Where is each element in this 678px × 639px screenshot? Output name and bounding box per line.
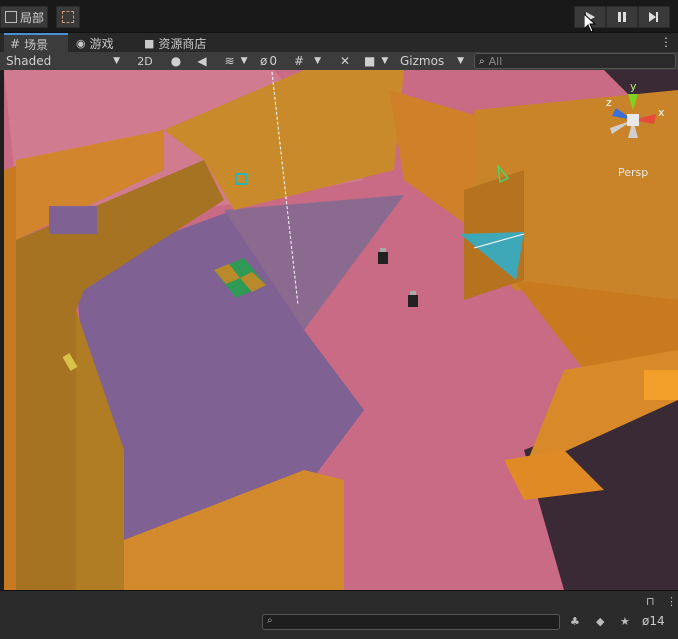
two-d-toggle[interactable]: 2D <box>134 52 156 70</box>
eye-slash-icon: ø <box>260 54 268 68</box>
search-icon: ⌕ <box>267 615 273 626</box>
gamepad-icon: ◉ <box>76 36 86 50</box>
chevron-down-icon: ▼ <box>240 56 248 66</box>
search-placeholder: All <box>488 54 503 68</box>
bag-icon: ■ <box>144 36 155 50</box>
tab-scene-label: 场景 <box>24 37 49 52</box>
tab-menu-icon[interactable]: ⋮ <box>660 35 672 49</box>
shadow-patch <box>49 206 97 234</box>
scene-render <box>4 70 678 590</box>
axis-x-label: x <box>658 106 665 119</box>
tools-button[interactable]: ✕ <box>340 52 358 70</box>
scene-viewport[interactable]: y x z Persp <box>4 70 678 590</box>
grid-icon: # <box>10 37 21 51</box>
editor-tab-strip: # 场景 ◉ 游戏 ■ 资源商店 ⋮ <box>0 32 678 53</box>
gizmos-label: Gizmos <box>400 54 445 68</box>
panel-menu-icon[interactable]: ⋮ <box>666 595 677 608</box>
grid-snap-button[interactable] <box>56 6 80 28</box>
project-search-input[interactable]: ⌕ <box>262 614 560 630</box>
camera-dropdown[interactable]: ■ ▼ <box>364 52 396 70</box>
step-button[interactable] <box>638 6 670 28</box>
filter-icon[interactable]: ♣ <box>570 615 580 628</box>
chevron-down-icon: ▼ <box>381 56 389 66</box>
wall-left-edge <box>4 166 16 590</box>
shading-mode-label: Shaded <box>6 54 52 68</box>
chevron-down-icon: ▼ <box>113 56 120 66</box>
tab-local-label: 局部 <box>20 10 45 25</box>
scene-search-input[interactable]: ⌕ All <box>474 53 676 69</box>
pause-icon <box>618 12 626 22</box>
speaker-icon: ◀ <box>197 54 207 68</box>
gizmos-dropdown[interactable]: Gizmos ▼ <box>400 52 466 70</box>
step-icon <box>649 12 658 22</box>
tab-asset-store[interactable]: ■ 资源商店 <box>144 33 224 53</box>
hidden-objects-toggle[interactable]: ø 0 <box>260 52 288 70</box>
camera-icon: ■ <box>364 54 376 68</box>
hidden-layers-toggle[interactable]: ø14 <box>642 614 665 628</box>
audio-toggle[interactable]: ◀ <box>192 52 212 70</box>
lighting-toggle[interactable]: ● <box>166 52 186 70</box>
tab-asset-store-label: 资源商店 <box>158 36 207 51</box>
pause-button[interactable] <box>606 6 638 28</box>
main-toolbar: 局部 <box>0 0 678 33</box>
grid-icon: # <box>294 54 305 68</box>
tab-local-button[interactable]: 局部 <box>0 6 48 28</box>
chevron-down-icon: ▼ <box>457 56 464 66</box>
search-icon: ⌕ <box>479 55 485 67</box>
shading-mode-dropdown[interactable]: Shaded ▼ <box>6 52 124 70</box>
tag-icon[interactable]: ◆ <box>596 615 604 628</box>
chevron-down-icon: ▼ <box>314 56 321 66</box>
mouse-cursor-icon <box>584 14 597 33</box>
axis-z-label: z <box>606 96 612 109</box>
effects-dropdown[interactable]: ≋ ▼ <box>216 52 256 70</box>
star-icon[interactable]: ★ <box>620 615 630 628</box>
hidden-layers-count: 14 <box>649 614 665 628</box>
lightbulb-icon: ● <box>170 54 182 68</box>
scene-toolbar: Shaded ▼ 2D ● ◀ ≋ ▼ ø 0 # ▼ ✕ ■ ▼ Gizmos ▼ … <box>0 52 678 71</box>
axis-y-label: y <box>630 80 637 93</box>
tab-game-label: 游戏 <box>89 36 114 51</box>
grid-icon <box>62 11 74 23</box>
glow-patch <box>644 370 678 400</box>
orientation-gizmo[interactable]: y x z Persp <box>598 80 668 190</box>
hidden-count: 0 <box>269 54 277 68</box>
tab-scene[interactable]: # 场景 <box>4 33 68 53</box>
tools-icon: ✕ <box>340 54 351 68</box>
persp-label[interactable]: Persp <box>618 166 648 179</box>
lock-icon[interactable]: ⊓ <box>646 595 655 608</box>
grid-dropdown[interactable]: # ▼ <box>294 52 330 70</box>
layers-icon: ≋ <box>224 54 235 68</box>
cube-icon <box>5 11 17 23</box>
tab-game[interactable]: ◉ 游戏 <box>76 33 136 53</box>
two-d-label: 2D <box>137 54 153 68</box>
